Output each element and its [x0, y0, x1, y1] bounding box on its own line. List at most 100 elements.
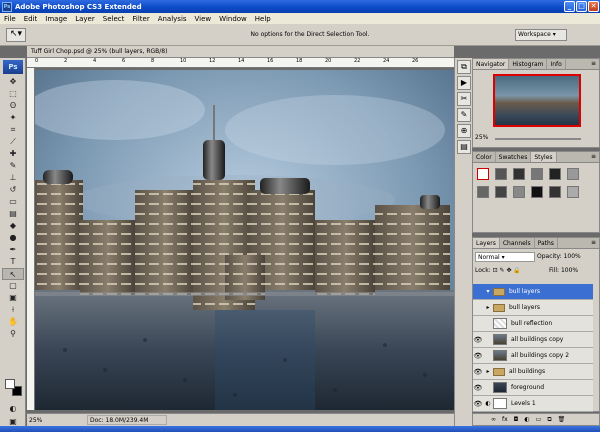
menu-analysis[interactable]: Analysis	[154, 15, 191, 23]
menu-select[interactable]: Select	[99, 15, 129, 23]
document-tab[interactable]: Tuff Girl Chop.psd @ 25% (bull layers, R…	[27, 46, 454, 58]
tool-presets-icon[interactable]: ✂	[457, 92, 471, 106]
tab-histogram[interactable]: Histogram	[509, 59, 548, 69]
layer-row[interactable]: 👁 foreground	[473, 380, 593, 396]
panel-menu-icon[interactable]: ≡	[591, 60, 596, 67]
trash-icon[interactable]: 🗑	[558, 414, 566, 425]
style-swatch[interactable]	[549, 168, 561, 180]
expand-toggle[interactable]: ▸	[483, 364, 493, 380]
healing-brush-tool-icon[interactable]: ✚	[2, 148, 24, 160]
layer-row[interactable]: ▸ bull layers	[473, 300, 593, 316]
shape-tool-icon[interactable]: ▢	[2, 280, 24, 292]
style-swatch[interactable]	[531, 168, 543, 180]
eraser-tool-icon[interactable]: ▭	[2, 196, 24, 208]
layer-comps-icon[interactable]: ▤	[457, 140, 471, 154]
menu-help[interactable]: Help	[251, 15, 275, 23]
eye-icon[interactable]: 👁	[473, 332, 483, 348]
tab-swatches[interactable]: Swatches	[496, 152, 532, 162]
direct-selection-tool-icon[interactable]: ↖	[2, 268, 24, 280]
pen-tool-icon[interactable]: ✒	[2, 244, 24, 256]
document-canvas[interactable]	[35, 70, 454, 410]
tool-preset-picker[interactable]: ↖▾	[6, 28, 26, 42]
history-brush-tool-icon[interactable]: ↺	[2, 184, 24, 196]
background-color-swatch[interactable]	[5, 379, 15, 389]
eye-icon[interactable]: 👁	[473, 396, 483, 412]
new-group-icon[interactable]: ▭	[536, 414, 542, 425]
layer-style-icon[interactable]: fx	[502, 414, 508, 425]
doc-size[interactable]: Doc: 18.0M/239.4M	[87, 415, 167, 425]
link-layers-icon[interactable]: ∞	[491, 414, 496, 425]
tab-info[interactable]: Info	[547, 59, 566, 69]
blur-tool-icon[interactable]: ◆	[2, 220, 24, 232]
workspace-button[interactable]: Workspace ▾	[515, 29, 567, 41]
new-layer-icon[interactable]: ⧉	[547, 414, 551, 425]
slice-tool-icon[interactable]: ⟋	[2, 136, 24, 148]
ruler-horizontal[interactable]: 0 2 4 6 8 10 12 14 16 18 20 22 24 26	[27, 58, 454, 68]
tab-layers[interactable]: Layers	[473, 238, 500, 248]
magic-wand-tool-icon[interactable]: ✦	[2, 112, 24, 124]
layer-row[interactable]: 👁 ◐ Levels 1	[473, 396, 593, 412]
adjustment-layer-icon[interactable]: ◐	[524, 414, 529, 425]
crop-tool-icon[interactable]: ⌗	[2, 124, 24, 136]
brush-tool-icon[interactable]: ✎	[2, 160, 24, 172]
menu-window[interactable]: Window	[215, 15, 251, 23]
layer-row[interactable]: 👁 all buildings copy	[473, 332, 593, 348]
dodge-tool-icon[interactable]: ●	[2, 232, 24, 244]
tab-channels[interactable]: Channels	[500, 238, 535, 248]
gradient-tool-icon[interactable]: ▤	[2, 208, 24, 220]
brushes-panel-icon[interactable]: ✎	[457, 108, 471, 122]
eyedropper-tool-icon[interactable]: ⟊	[2, 304, 24, 316]
blend-mode-select[interactable]: Normal ▾	[475, 252, 535, 262]
navigator-thumbnail[interactable]	[493, 74, 581, 127]
expand-toggle[interactable]: ▾	[483, 284, 493, 300]
style-swatch[interactable]	[477, 186, 489, 198]
expand-toggle[interactable]: ▸	[483, 300, 493, 316]
panel-menu-icon[interactable]: ≡	[591, 239, 596, 246]
style-swatch[interactable]	[567, 186, 579, 198]
layer-row[interactable]: bull reflection	[473, 316, 593, 332]
marquee-tool-icon[interactable]: ⬚	[2, 88, 24, 100]
menu-layer[interactable]: Layer	[71, 15, 99, 23]
history-panel-icon[interactable]: ⧉	[457, 60, 471, 74]
style-swatch[interactable]	[567, 168, 579, 180]
tab-paths[interactable]: Paths	[535, 238, 558, 248]
fill-value[interactable]: 100%	[561, 267, 578, 274]
layer-row[interactable]: 👁 all buildings copy 2	[473, 348, 593, 364]
style-swatch[interactable]	[495, 168, 507, 180]
actions-panel-icon[interactable]: ▶	[457, 76, 471, 90]
type-tool-icon[interactable]: T	[2, 256, 24, 268]
move-tool-icon[interactable]: ✥	[2, 76, 24, 88]
navigator-zoom[interactable]: 25%	[475, 134, 488, 141]
style-none[interactable]	[477, 168, 489, 180]
notes-tool-icon[interactable]: ▣	[2, 292, 24, 304]
lasso-tool-icon[interactable]: ʘ	[2, 100, 24, 112]
quick-mask-icon[interactable]: ◐	[2, 403, 24, 415]
maximize-button[interactable]: □	[576, 1, 587, 12]
navigator-zoom-slider[interactable]	[495, 138, 581, 140]
menu-image[interactable]: Image	[41, 15, 71, 23]
tab-navigator[interactable]: Navigator	[473, 59, 510, 69]
eye-icon[interactable]: 👁	[473, 348, 483, 364]
add-mask-icon[interactable]: ◘	[514, 414, 519, 425]
style-swatch[interactable]	[495, 186, 507, 198]
style-swatch[interactable]	[549, 186, 561, 198]
style-swatch[interactable]	[531, 186, 543, 198]
layer-row[interactable]: 👁 ▸ all buildings	[473, 364, 593, 380]
zoom-tool-icon[interactable]: ⚲	[2, 328, 24, 340]
close-button[interactable]: ✕	[588, 1, 599, 12]
eye-icon[interactable]: 👁	[473, 380, 483, 396]
style-swatch[interactable]	[513, 168, 525, 180]
tab-styles[interactable]: Styles	[531, 152, 557, 162]
menu-file[interactable]: File	[0, 15, 20, 23]
ruler-vertical[interactable]	[27, 68, 35, 410]
menu-filter[interactable]: Filter	[128, 15, 153, 23]
clone-source-icon[interactable]: ⊕	[457, 124, 471, 138]
style-swatch[interactable]	[513, 186, 525, 198]
hand-tool-icon[interactable]: ✋	[2, 316, 24, 328]
opacity-value[interactable]: 100%	[564, 253, 581, 260]
clone-stamp-tool-icon[interactable]: ⊥	[2, 172, 24, 184]
layer-row[interactable]: ▾ bull layers	[473, 284, 593, 300]
menu-edit[interactable]: Edit	[20, 15, 42, 23]
tab-color[interactable]: Color	[473, 152, 496, 162]
menu-view[interactable]: View	[191, 15, 216, 23]
